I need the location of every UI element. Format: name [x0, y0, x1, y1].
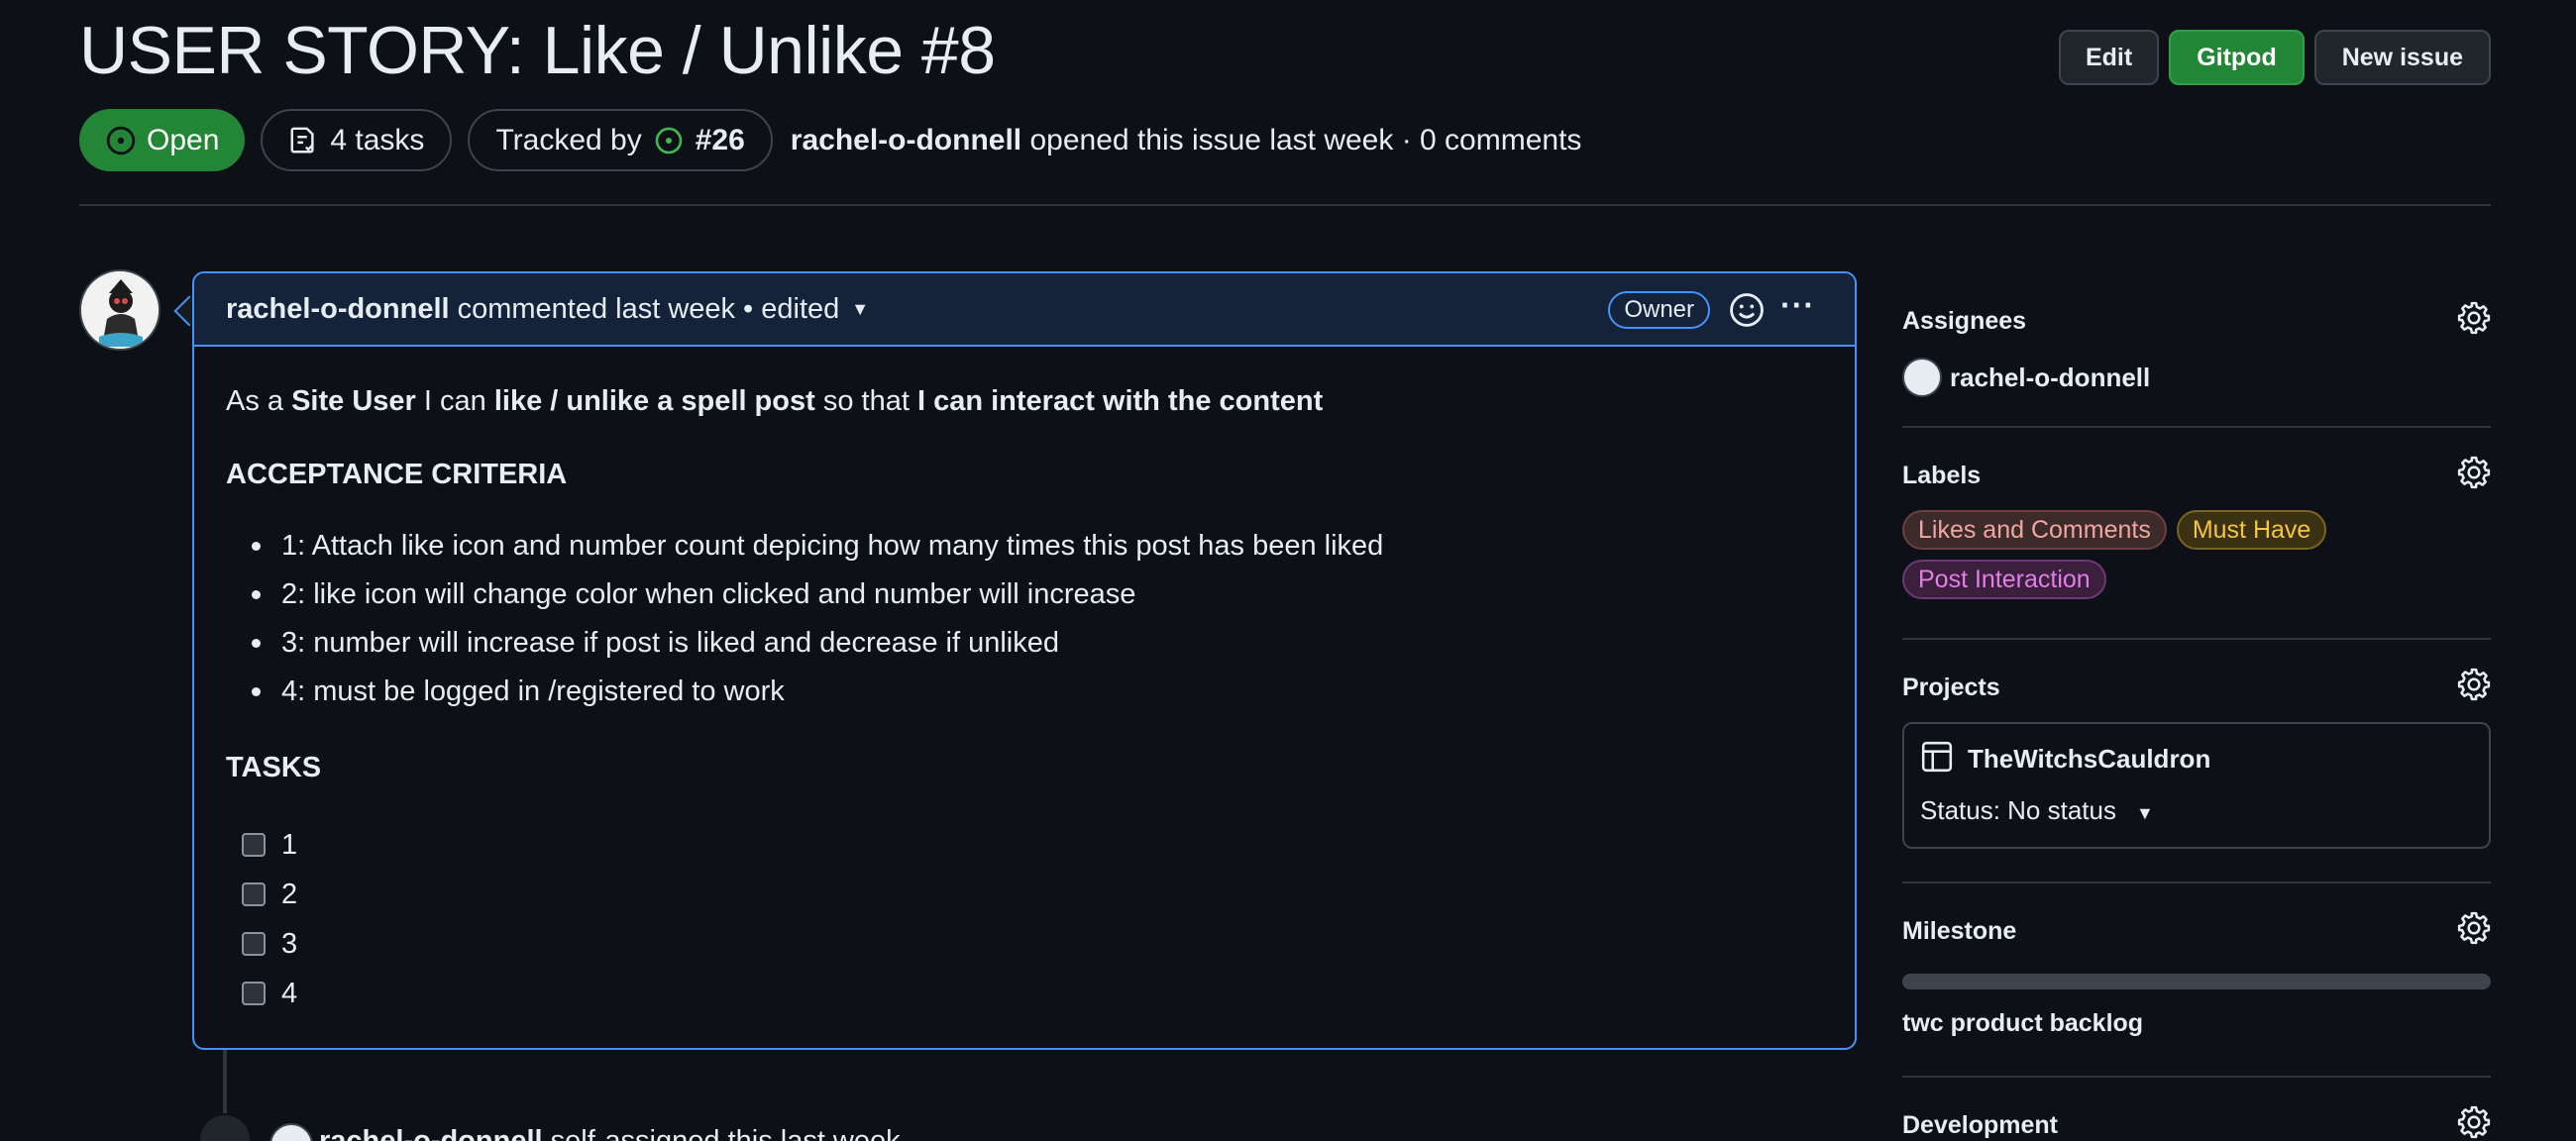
labels-title: Labels — [1902, 462, 1982, 489]
tasklist-icon — [290, 127, 315, 153]
tracked-issue-link[interactable]: #26 — [696, 124, 745, 157]
task-checkbox[interactable] — [242, 833, 266, 857]
sidebar-divider — [1902, 638, 2491, 640]
list-item: 2: like icon will change color when clic… — [251, 573, 1383, 622]
header-divider — [79, 204, 2491, 206]
task-label: 4 — [281, 977, 298, 1009]
gitpod-button[interactable]: Gitpod — [2169, 30, 2305, 85]
tasks-pill[interactable]: 4 tasks — [261, 109, 453, 171]
avatar-image — [81, 271, 159, 349]
story-text-1: As a — [226, 385, 292, 417]
milestone-name[interactable]: twc product backlog — [1902, 1009, 2491, 1038]
task-item: 1 — [242, 820, 297, 870]
project-card[interactable]: TheWitchsCauldron Status: No status ▼ — [1902, 722, 2491, 849]
assignees-section: Assignees rachel-o-donnell — [1902, 301, 2491, 397]
projects-section: Projects TheWitchsCauldron Status: No st… — [1902, 668, 2491, 849]
task-checkbox[interactable] — [242, 932, 266, 956]
status-badge: Open — [79, 109, 246, 171]
task-checkbox[interactable] — [242, 982, 266, 1005]
milestone-section: Milestone twc product backlog — [1902, 911, 2491, 1038]
criteria-list: 1: Attach like icon and number count dep… — [251, 525, 1383, 719]
avatar — [1902, 358, 1942, 397]
story-action: like / unlike a spell post — [493, 385, 815, 417]
table-icon — [1921, 741, 1953, 773]
list-item: 4: must be logged in /registered to work — [251, 671, 1383, 719]
comment-action: commented last week — [457, 292, 736, 325]
development-section: Development — [1902, 1105, 2491, 1140]
task-list: 1 2 3 4 — [242, 820, 297, 1018]
sidebar-divider — [1902, 1076, 2491, 1078]
project-status[interactable]: Status: No status — [1920, 795, 2116, 826]
label-must-have[interactable]: Must Have — [2176, 510, 2327, 550]
labels-section: Labels Likes and Comments Must Have Post… — [1902, 456, 2491, 599]
task-checkbox[interactable] — [242, 882, 266, 906]
comment-header: rachel-o-donnell commented last week • e… — [194, 273, 1855, 347]
issue-title: USER STORY: Like / Unlike #8 — [79, 13, 996, 88]
tasks-heading: TASKS — [226, 752, 322, 783]
issue-open-icon — [106, 126, 136, 155]
sidebar-divider — [1902, 426, 2491, 428]
issue-comment: rachel-o-donnell commented last week • e… — [192, 271, 1857, 1050]
task-item: 2 — [242, 870, 297, 919]
comment-author-link[interactable]: rachel-o-donnell — [226, 293, 450, 326]
avatar[interactable] — [79, 269, 161, 351]
tasks-label: 4 tasks — [330, 123, 425, 156]
task-label: 2 — [281, 878, 298, 910]
issue-meta: Open 4 tasks Tracked by #26 rachel-o-don… — [79, 109, 1581, 171]
story-role: Site User — [291, 385, 416, 417]
task-item: 4 — [242, 969, 297, 1018]
smiley-icon[interactable] — [1728, 291, 1766, 329]
gear-icon[interactable] — [2457, 456, 2491, 489]
status-label: Open — [147, 123, 220, 156]
timeline-event: rachel-o-donnell self-assigned this last… — [319, 1125, 901, 1141]
story-text-2: I can — [415, 385, 494, 417]
task-label: 3 — [281, 927, 298, 960]
avatar[interactable] — [269, 1123, 313, 1141]
task-label: 1 — [281, 828, 298, 861]
gear-icon[interactable] — [2457, 911, 2491, 945]
user-story-text: As a Site User I can like / unlike a spe… — [226, 380, 1323, 422]
chevron-down-icon[interactable]: ▼ — [2136, 803, 2154, 824]
labels-list: Likes and Comments Must Have Post Intera… — [1902, 510, 2417, 599]
new-issue-button[interactable]: New issue — [2313, 30, 2491, 85]
gear-icon[interactable] — [2457, 301, 2491, 335]
edited-dropdown[interactable]: • edited — [743, 293, 839, 326]
assignees-title: Assignees — [1902, 307, 2027, 335]
assignee-name: rachel-o-donnell — [1950, 362, 2151, 392]
header-actions: Edit Gitpod New issue — [2058, 30, 2491, 85]
list-item: 3: number will increase if post is liked… — [251, 622, 1383, 671]
story-text-3: so that — [814, 385, 917, 417]
owner-badge: Owner — [1608, 291, 1710, 329]
tracked-by-label: Tracked by — [495, 123, 642, 156]
gear-icon[interactable] — [2457, 1105, 2491, 1139]
edit-button[interactable]: Edit — [2058, 30, 2160, 85]
list-item: 1: Attach like icon and number count dep… — [251, 525, 1383, 573]
task-item: 3 — [242, 919, 297, 969]
milestone-title: Milestone — [1902, 917, 2017, 945]
project-name[interactable]: TheWitchsCauldron — [1968, 744, 2210, 775]
story-benefit: I can interact with the content — [916, 385, 1324, 417]
timeline-event-text: self-assigned this last week — [542, 1125, 901, 1141]
gear-icon[interactable] — [2457, 668, 2491, 701]
person-icon — [198, 1113, 252, 1141]
assignee-item[interactable]: rachel-o-donnell — [1902, 358, 2491, 397]
label-likes-and-comments[interactable]: Likes and Comments — [1902, 510, 2167, 550]
opened-by-text: rachel-o-donnell opened this issue last … — [791, 124, 1582, 157]
label-post-interaction[interactable]: Post Interaction — [1902, 560, 2106, 599]
acceptance-heading: ACCEPTANCE CRITERIA — [226, 459, 568, 490]
tracked-by-pill[interactable]: Tracked by #26 — [468, 109, 773, 171]
projects-title: Projects — [1902, 674, 2000, 701]
opened-detail: opened this issue last week · 0 comments — [1029, 123, 1582, 156]
chevron-down-icon[interactable]: ▼ — [851, 299, 869, 320]
issue-open-icon — [655, 127, 683, 154]
development-title: Development — [1902, 1111, 2058, 1139]
timeline-author-link[interactable]: rachel-o-donnell — [319, 1125, 543, 1141]
sidebar-divider — [1902, 882, 2491, 883]
milestone-progress-bar — [1902, 974, 2491, 989]
author-link[interactable]: rachel-o-donnell — [791, 124, 1021, 156]
kebab-menu-icon[interactable]: ··· — [1780, 287, 1815, 324]
